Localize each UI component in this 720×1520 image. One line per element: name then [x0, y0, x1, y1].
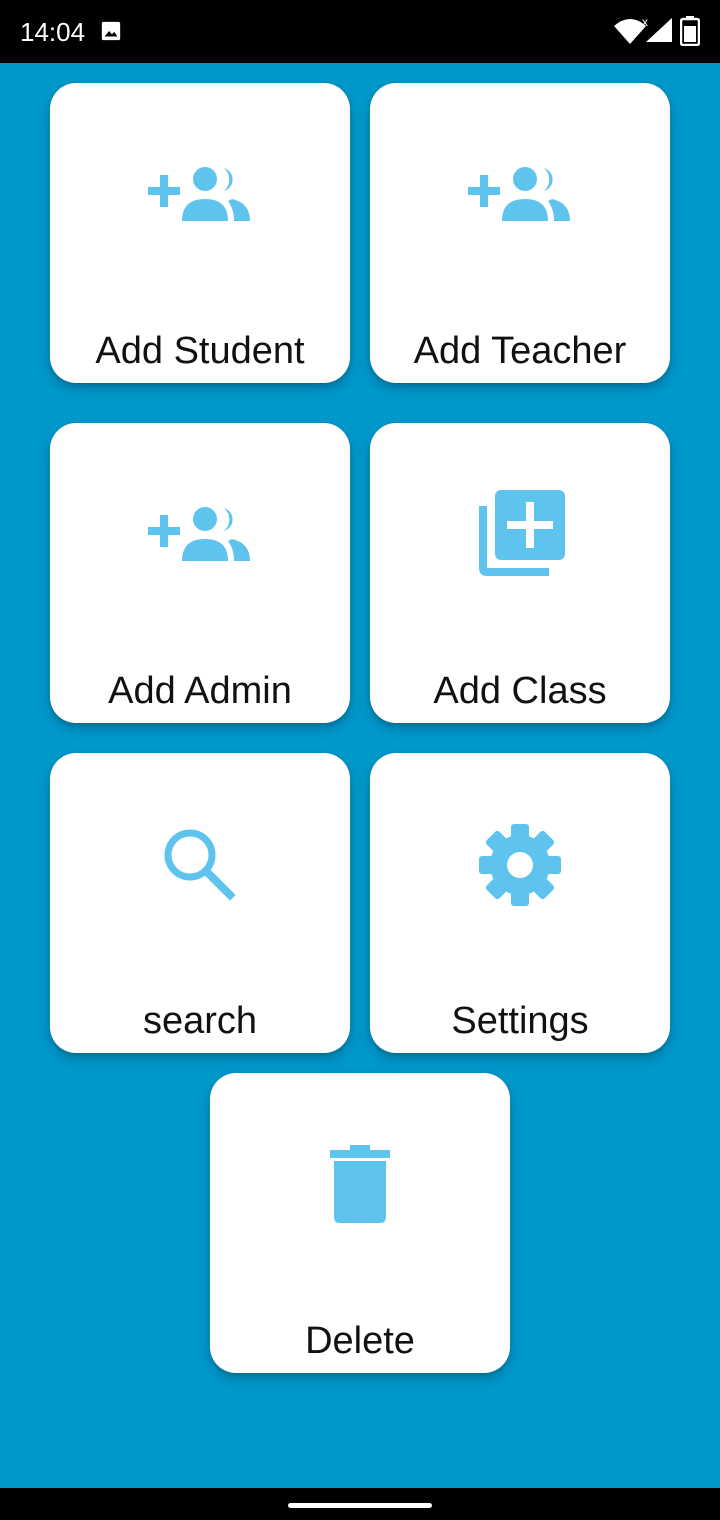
add-teacher-label: Add Teacher — [413, 330, 627, 372]
add-admin-label: Add Admin — [108, 670, 292, 712]
search-label: search — [142, 1000, 258, 1042]
battery-icon — [679, 16, 701, 51]
navigation-bar — [0, 1488, 720, 1520]
settings-tile[interactable]: Settings — [370, 753, 670, 1053]
add-class-label: Add Class — [433, 670, 607, 712]
status-bar: 14:04 x — [0, 0, 720, 63]
add-group-icon — [145, 155, 255, 235]
add-student-label: Add Student — [95, 330, 305, 372]
gear-icon — [465, 824, 575, 906]
add-group-icon — [465, 155, 575, 235]
library-add-icon — [465, 490, 575, 576]
cell-signal-icon — [644, 16, 674, 49]
image-notification-icon — [100, 20, 122, 42]
add-group-icon — [145, 495, 255, 575]
trash-icon — [305, 1145, 415, 1225]
settings-label: Settings — [451, 1000, 589, 1042]
delete-tile[interactable]: Delete — [210, 1073, 510, 1373]
add-class-tile[interactable]: Add Class — [370, 423, 670, 723]
delete-label: Delete — [305, 1320, 415, 1362]
status-time: 14:04 — [20, 17, 86, 47]
home-gesture-handle[interactable] — [288, 1503, 432, 1508]
main-content: Add Student Add Teacher Add Admin Add Cl… — [0, 63, 720, 1488]
add-student-tile[interactable]: Add Student — [50, 83, 350, 383]
search-tile[interactable]: search — [50, 753, 350, 1053]
wifi-icon: x — [612, 15, 648, 51]
add-admin-tile[interactable]: Add Admin — [50, 423, 350, 723]
search-icon — [145, 825, 255, 905]
add-teacher-tile[interactable]: Add Teacher — [370, 83, 670, 383]
